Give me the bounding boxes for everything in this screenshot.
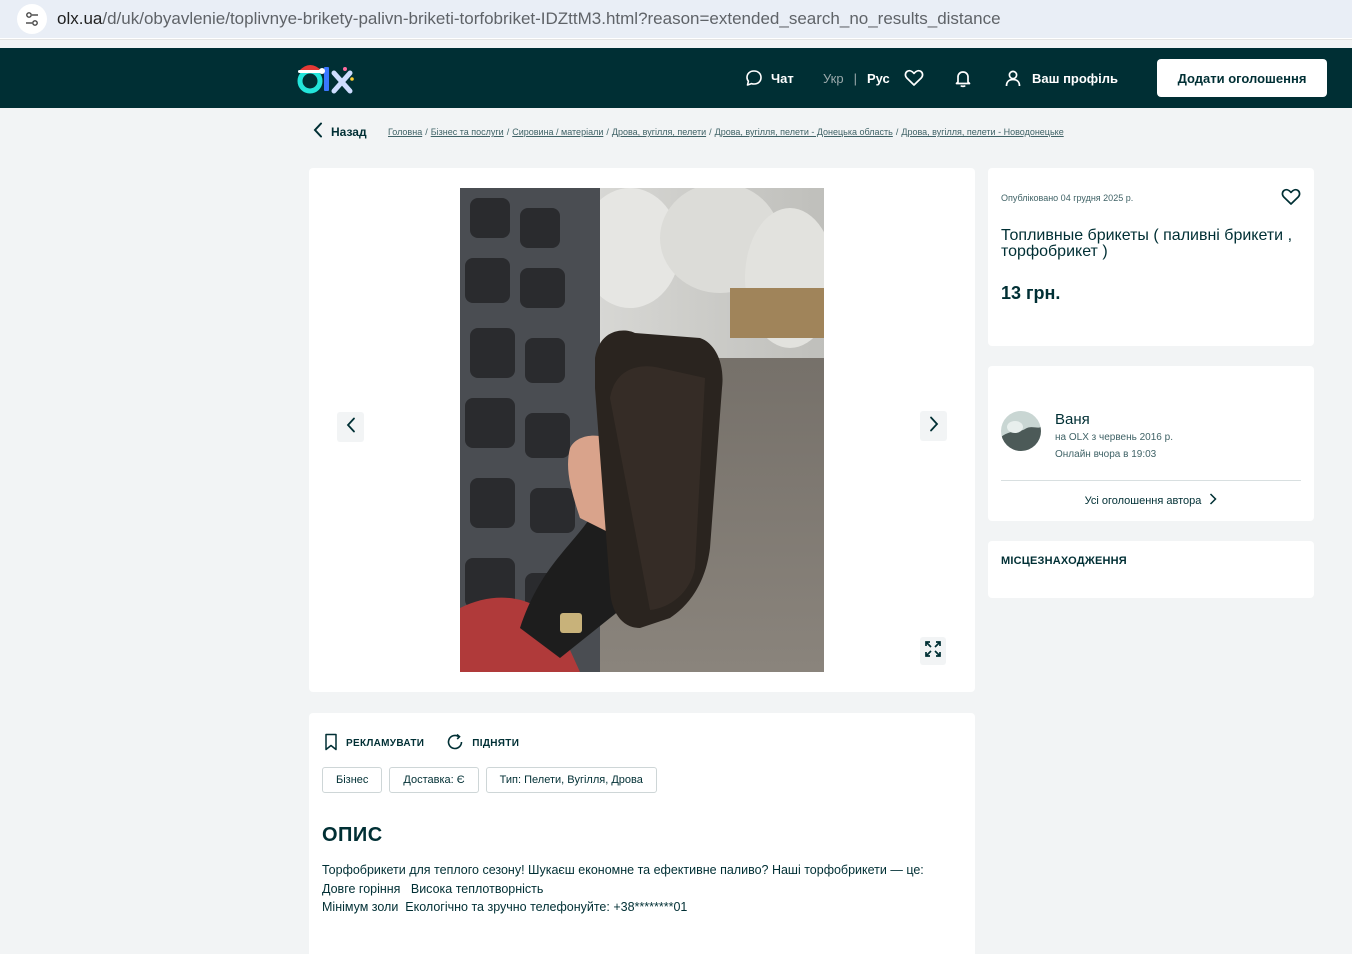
all-ads-label: Усі оголошення автора	[1084, 494, 1202, 507]
back-link[interactable]: Назад	[313, 122, 367, 141]
previous-photo-button[interactable]	[337, 412, 364, 442]
tag: Бізнес	[322, 767, 383, 793]
breadcrumb-item[interactable]: Головна	[388, 127, 422, 137]
ad-actions: РЕКЛАМУВАТИ ПІДНЯТИ	[324, 733, 519, 754]
location-card: МІСЦЕЗНАХОДЖЕННЯ	[988, 541, 1314, 598]
chat-label: Чат	[771, 70, 794, 86]
heart-icon	[1281, 188, 1301, 210]
fullscreen-button[interactable]	[920, 637, 946, 665]
description-line: Довге горіння Висока теплотворність	[322, 881, 544, 896]
breadcrumb: Головна / Бізнес та послуги / Сировина / мат…	[388, 127, 1064, 137]
back-label: Назад	[331, 124, 367, 139]
favorite-button[interactable]	[1281, 188, 1301, 211]
chevron-right-icon	[1209, 493, 1217, 508]
ad-summary-card: Опубліковано 04 грудня 2025 р. Топливные…	[988, 168, 1314, 346]
next-photo-button[interactable]	[920, 411, 947, 441]
listing-photo[interactable]	[460, 188, 824, 672]
expand-icon	[924, 640, 942, 663]
url-path: /d/uk/obyavlenie/toplivnye-brikety-paliv…	[102, 9, 1001, 28]
profile-label: Ваш профіль	[1032, 70, 1119, 86]
seller-name: Ваня	[1055, 411, 1090, 428]
seller-since: на OLX з червень 2016 р.	[1055, 432, 1173, 443]
lang-ukr[interactable]: Укр	[823, 71, 844, 86]
site-settings-icon[interactable]	[17, 4, 47, 34]
bookmark-icon	[324, 733, 338, 754]
promote-button[interactable]: РЕКЛАМУВАТИ	[324, 733, 424, 754]
all-seller-ads-link[interactable]: Усі оголошення автора	[988, 493, 1314, 508]
chat-link[interactable]: Чат	[745, 48, 794, 108]
ad-details-card: РЕКЛАМУВАТИ ПІДНЯТИ Бізнес Доставка: Є Т…	[309, 713, 975, 954]
location-title: МІСЦЕЗНАХОДЖЕННЯ	[1001, 555, 1127, 567]
description-title: ОПИС	[322, 824, 383, 846]
url-host: olx.ua	[57, 9, 103, 28]
chevron-right-icon	[929, 416, 939, 437]
ad-tags: Бізнес Доставка: Є Тип: Пелети, Вугілля,…	[322, 767, 657, 793]
language-switch: Укр | Рус	[823, 48, 890, 108]
chevron-left-icon	[346, 417, 356, 438]
description-line: Мінімум золи Екологічно та зручно телефо…	[322, 900, 688, 914]
lang-separator: |	[853, 70, 857, 86]
breadcrumb-item[interactable]: Сировина / матеріали	[512, 127, 603, 137]
tag: Тип: Пелети, Вугілля, Дрова	[485, 767, 657, 793]
tag: Доставка: Є	[389, 767, 479, 793]
notifications-button[interactable]	[954, 48, 972, 108]
promote-label: РЕКЛАМУВАТИ	[346, 738, 425, 749]
add-listing-button[interactable]: Додати оголошення	[1157, 59, 1327, 97]
breadcrumb-item[interactable]: Дрова, вугілля, пелети - Новодонецьке	[901, 127, 1063, 137]
avatar[interactable]	[1001, 411, 1041, 451]
raise-label: ПІДНЯТИ	[472, 738, 520, 749]
description-line: Торфобрикети для теплого сезону! Шукаєш …	[322, 863, 924, 877]
browser-address-bar: olx.ua/d/uk/obyavlenie/toplivnye-brikety…	[0, 0, 1352, 40]
bell-icon	[954, 69, 972, 88]
posted-date: Опубліковано 04 грудня 2025 р.	[1001, 193, 1134, 203]
breadcrumb-item[interactable]: Дрова, вугілля, пелети - Донецька област…	[715, 127, 893, 137]
ad-title: Топливные брикеты ( паливні брикети , то…	[1001, 227, 1293, 260]
user-icon	[1004, 69, 1022, 87]
url-text[interactable]: olx.ua/d/uk/obyavlenie/toplivnye-brikety…	[57, 9, 1001, 29]
url-bar[interactable]: olx.ua/d/uk/obyavlenie/toplivnye-brikety…	[0, 0, 1352, 38]
seller-online-status: Онлайн вчора в 19:03	[1055, 449, 1157, 460]
lang-rus[interactable]: Рус	[867, 71, 890, 86]
raise-button[interactable]: ПІДНЯТИ	[446, 733, 519, 754]
breadcrumb-item[interactable]: Дрова, вугілля, пелети	[612, 127, 706, 137]
heart-icon	[904, 69, 924, 87]
seller-card: Ваня на OLX з червень 2016 р. Онлайн вчо…	[988, 366, 1314, 521]
chevron-left-icon	[313, 122, 323, 141]
refresh-icon	[446, 733, 464, 754]
site-header: Чат Укр | Рус Ваш профіль Додати оголоше…	[0, 48, 1352, 108]
ad-price: 13 грн.	[1001, 283, 1061, 303]
breadcrumb-item[interactable]: Бізнес та послуги	[431, 127, 504, 137]
photo-gallery	[309, 168, 975, 692]
divider	[1001, 480, 1301, 481]
favorites-button[interactable]	[904, 48, 924, 108]
olx-logo[interactable]	[296, 59, 356, 97]
description-text: Торфобрикети для теплого сезону! Шукаєш …	[322, 861, 952, 917]
chat-icon	[745, 69, 763, 87]
profile-link[interactable]: Ваш профіль	[1004, 48, 1118, 108]
